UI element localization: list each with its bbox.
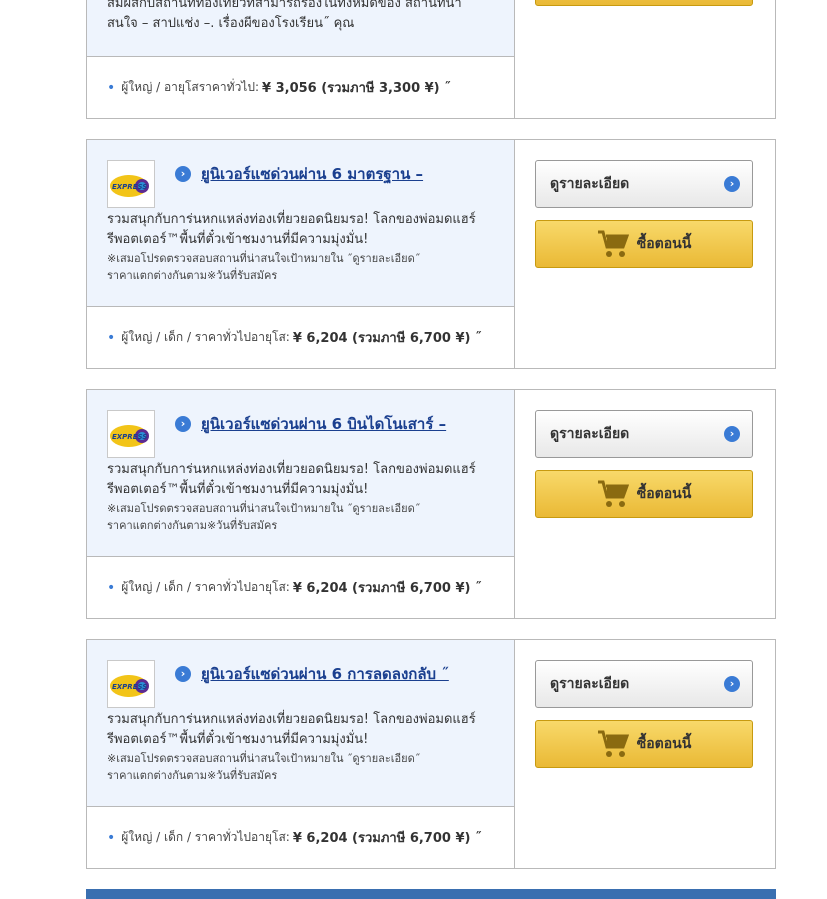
view-details-button[interactable]: ดูรายละเอียด › bbox=[535, 410, 753, 458]
description-line: รีพอตเตอร์™พื้นที่ตั๋วเข้าชมงานที่มีความ… bbox=[107, 482, 369, 497]
note-line: ※เสมอโปรดตรวจสอบสถานที่น่าสนใจเป้าหมายใน… bbox=[107, 752, 421, 765]
buy-now-label: ซื้อตอนนี้ bbox=[636, 736, 692, 752]
price-row: • ผู้ใหญ่ / เด็ก / ราคาทั่วไปอายุโส: ¥ 6… bbox=[87, 807, 514, 868]
product-description: สัมผัสกับสถานที่ท่องเที่ยวที่สามารถรองใน… bbox=[107, 0, 507, 34]
svg-text:EXPRESS: EXPRESS bbox=[112, 433, 147, 441]
product-card: EXPRESS › ยูนิเวอร์แซด่วนผ่าน 6 มาตรฐาน … bbox=[86, 139, 776, 369]
price-label: ผู้ใหญ่ / เด็ก / ราคาทั่วไปอายุโส: bbox=[121, 580, 290, 594]
product-description-panel: EXPRESS › ยูนิเวอร์แซด่วนผ่าน 6 การลดลงก… bbox=[87, 640, 514, 807]
product-title-link[interactable]: ยูนิเวอร์แซด่วนผ่าน 6 การลดลงกลับ ˝ bbox=[201, 662, 449, 686]
bullet-icon: • bbox=[107, 829, 116, 846]
buy-now-button-partial[interactable] bbox=[535, 0, 753, 6]
product-card-actions bbox=[515, 0, 775, 118]
product-title-link[interactable]: ยูนิเวอร์แซด่วนผ่าน 6 มาตรฐาน – bbox=[201, 162, 423, 186]
price-row: • ผู้ใหญ่ / เด็ก / ราคาทั่วไปอายุโส: ¥ 6… bbox=[87, 307, 514, 368]
product-title: › ยูนิเวอร์แซด่วนผ่าน 6 บินไดโนเสาร์ – bbox=[175, 412, 446, 436]
note-line: ราคาแตกต่างกันตาม※วันที่รับสมัคร bbox=[107, 519, 278, 532]
chevron-right-circle-icon: › bbox=[175, 416, 191, 432]
bullet-icon: • bbox=[107, 79, 116, 96]
product-description: รวมสนุกกับการ่นหกแหล่งท่องเที่ยวยอดนิยมร… bbox=[107, 460, 507, 534]
shopping-cart-icon bbox=[597, 730, 629, 757]
product-card: EXPRESS › ยูนิเวอร์แซด่วนผ่าน 6 บินไดโนเ… bbox=[86, 389, 776, 619]
product-card-info: EXPRESS › ยูนิเวอร์แซด่วนผ่าน 6 มาตรฐาน … bbox=[87, 140, 515, 368]
description-line: รวมสนุกกับการ่นหกแหล่งท่องเที่ยวยอดนิยมร… bbox=[107, 212, 476, 227]
product-title-link[interactable]: ยูนิเวอร์แซด่วนผ่าน 6 บินไดโนเสาร์ – bbox=[201, 412, 446, 436]
product-card-info: สัมผัสกับสถานที่ท่องเที่ยวที่สามารถรองใน… bbox=[87, 0, 515, 118]
description-line: รวมสนุกกับการ่นหกแหล่งท่องเที่ยวยอดนิยมร… bbox=[107, 712, 476, 727]
product-description-panel: EXPRESS › ยูนิเวอร์แซด่วนผ่าน 6 บินไดโนเ… bbox=[87, 390, 514, 557]
bullet-icon: • bbox=[107, 329, 116, 346]
note-line: ราคาแตกต่างกันตาม※วันที่รับสมัคร bbox=[107, 269, 278, 282]
price-label: ผู้ใหญ่ / เด็ก / ราคาทั่วไปอายุโส: bbox=[121, 330, 290, 344]
note-line: ※เสมอโปรดตรวจสอบสถานที่น่าสนใจเป้าหมายใน… bbox=[107, 502, 421, 515]
buy-now-button[interactable]: ซื้อตอนนี้ bbox=[535, 720, 753, 768]
price-value: ¥ 6,204 (รวมภาษี 6,700 ¥) ˝ bbox=[292, 331, 482, 346]
description-line: รีพอตเตอร์™พื้นที่ตั๋วเข้าชมงานที่มีความ… bbox=[107, 732, 369, 747]
buy-now-button[interactable]: ซื้อตอนนี้ bbox=[535, 220, 753, 268]
price-row: • ผู้ใหญ่ / อายุโสราคาทั่วไป: ¥ 3,056 (ร… bbox=[87, 57, 514, 118]
buy-now-label: ซื้อตอนนี้ bbox=[636, 236, 692, 252]
buy-now-button[interactable]: ซื้อตอนนี้ bbox=[535, 470, 753, 518]
chevron-right-circle-icon: › bbox=[724, 676, 740, 692]
product-card-partial: สัมผัสกับสถานที่ท่องเที่ยวที่สามารถรองใน… bbox=[86, 0, 776, 119]
view-details-button[interactable]: ดูรายละเอียด › bbox=[535, 660, 753, 708]
view-details-label: ดูรายละเอียด bbox=[550, 176, 630, 192]
chevron-right-circle-icon: › bbox=[724, 426, 740, 442]
product-card-info: EXPRESS › ยูนิเวอร์แซด่วนผ่าน 6 บินไดโนเ… bbox=[87, 390, 515, 618]
product-description-panel: EXPRESS › ยูนิเวอร์แซด่วนผ่าน 6 มาตรฐาน … bbox=[87, 140, 514, 307]
chevron-right-circle-icon: › bbox=[724, 176, 740, 192]
product-card-actions: ดูรายละเอียด › ซื้อตอนนี้ bbox=[515, 390, 775, 618]
express-pass-logo: EXPRESS bbox=[107, 660, 155, 708]
description-line: สัมผัสกับสถานที่ท่องเที่ยวที่สามารถรองใน… bbox=[107, 0, 462, 11]
note-line: ราคาแตกต่างกันตาม※วันที่รับสมัคร bbox=[107, 769, 278, 782]
shopping-cart-icon bbox=[597, 480, 629, 507]
product-title: › ยูนิเวอร์แซด่วนผ่าน 6 มาตรฐาน – bbox=[175, 162, 423, 186]
description-line: รีพอตเตอร์™พื้นที่ตั๋วเข้าชมงานที่มีความ… bbox=[107, 232, 369, 247]
product-card-info: EXPRESS › ยูนิเวอร์แซด่วนผ่าน 6 การลดลงก… bbox=[87, 640, 515, 868]
view-details-label: ดูรายละเอียด bbox=[550, 426, 630, 442]
price-value: ¥ 6,204 (รวมภาษี 6,700 ¥) ˝ bbox=[292, 581, 482, 596]
view-details-label: ดูรายละเอียด bbox=[550, 676, 630, 692]
product-description-panel: สัมผัสกับสถานที่ท่องเที่ยวที่สามารถรองใน… bbox=[87, 0, 514, 57]
product-description: รวมสนุกกับการ่นหกแหล่งท่องเที่ยวยอดนิยมร… bbox=[107, 710, 507, 784]
chevron-right-circle-icon: › bbox=[175, 666, 191, 682]
price-label: ผู้ใหญ่ / อายุโสราคาทั่วไป: bbox=[121, 80, 260, 94]
price-value: ¥ 6,204 (รวมภาษี 6,700 ¥) ˝ bbox=[292, 831, 482, 846]
section-footer-bar bbox=[86, 889, 776, 899]
svg-text:EXPRESS: EXPRESS bbox=[112, 183, 147, 191]
product-card-actions: ดูรายละเอียด › ซื้อตอนนี้ bbox=[515, 140, 775, 368]
product-card-actions: ดูรายละเอียด › ซื้อตอนนี้ bbox=[515, 640, 775, 868]
chevron-right-circle-icon: › bbox=[175, 166, 191, 182]
description-line: รวมสนุกกับการ่นหกแหล่งท่องเที่ยวยอดนิยมร… bbox=[107, 462, 476, 477]
shopping-cart-icon bbox=[597, 230, 629, 257]
view-details-button[interactable]: ดูรายละเอียด › bbox=[535, 160, 753, 208]
price-value: ¥ 3,056 (รวมภาษี 3,300 ¥) ˝ bbox=[262, 81, 451, 96]
product-title: › ยูนิเวอร์แซด่วนผ่าน 6 การลดลงกลับ ˝ bbox=[175, 662, 449, 686]
price-label: ผู้ใหญ่ / เด็ก / ราคาทั่วไปอายุโส: bbox=[121, 830, 290, 844]
buy-now-label: ซื้อตอนนี้ bbox=[636, 486, 692, 502]
product-card: EXPRESS › ยูนิเวอร์แซด่วนผ่าน 6 การลดลงก… bbox=[86, 639, 776, 869]
description-line: สนใจ – สาปแช่ง –. เรื่องผีของโรงเรียน˝ ค… bbox=[107, 16, 355, 31]
bullet-icon: • bbox=[107, 579, 116, 596]
express-pass-logo: EXPRESS bbox=[107, 160, 155, 208]
svg-text:EXPRESS: EXPRESS bbox=[112, 683, 147, 691]
express-pass-logo: EXPRESS bbox=[107, 410, 155, 458]
note-line: ※เสมอโปรดตรวจสอบสถานที่น่าสนใจเป้าหมายใน… bbox=[107, 252, 421, 265]
product-description: รวมสนุกกับการ่นหกแหล่งท่องเที่ยวยอดนิยมร… bbox=[107, 210, 507, 284]
price-row: • ผู้ใหญ่ / เด็ก / ราคาทั่วไปอายุโส: ¥ 6… bbox=[87, 557, 514, 618]
